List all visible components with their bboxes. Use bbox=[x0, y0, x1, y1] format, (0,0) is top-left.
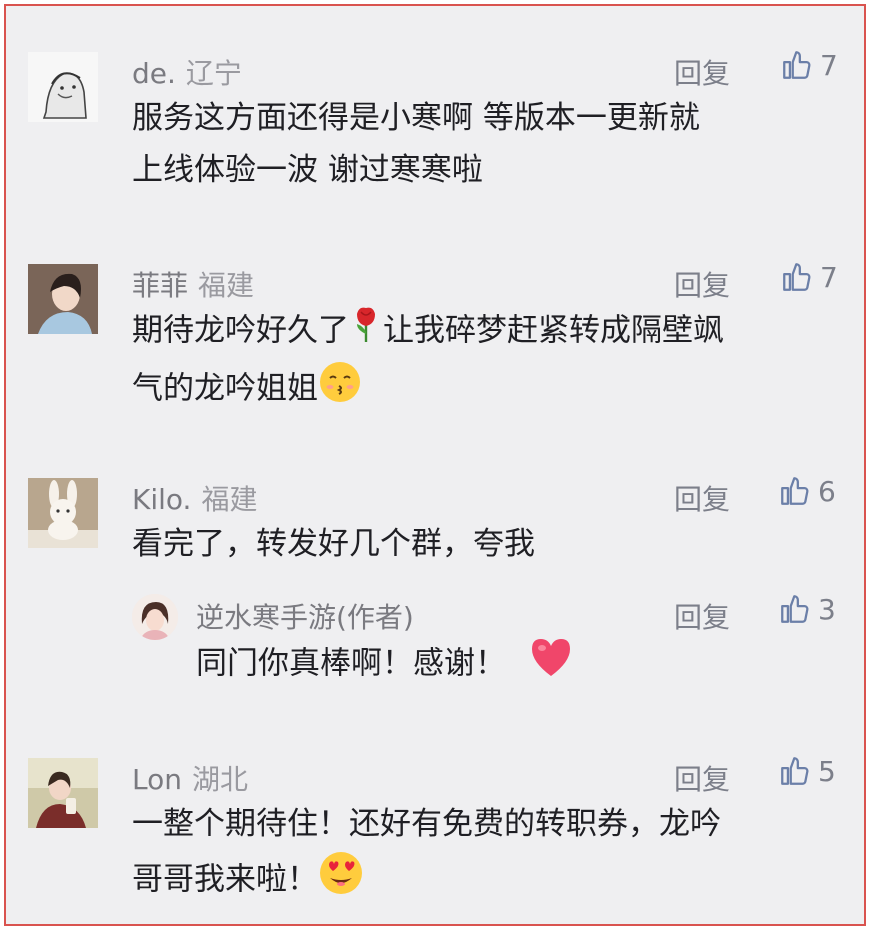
avatar[interactable] bbox=[132, 594, 178, 640]
thumb-up-icon bbox=[783, 263, 811, 291]
username[interactable]: de. bbox=[132, 57, 176, 90]
comment-meta: de. 辽宁 bbox=[132, 52, 242, 92]
thumb-up-icon bbox=[781, 757, 809, 785]
comment-meta: Kilo. 福建 bbox=[132, 478, 257, 518]
avatar[interactable] bbox=[28, 758, 98, 828]
region: 福建 bbox=[198, 269, 255, 302]
like-button[interactable]: 3 bbox=[778, 592, 836, 626]
like-count: 6 bbox=[818, 474, 836, 508]
comment-text: 服务这方面还得是小寒啊 等版本一更新就 上线体验一波 谢过寒寒啦 bbox=[132, 100, 700, 188]
comment-text: 一整个期待住！还好有免费的转职券，龙吟 哥哥我来啦！ bbox=[132, 798, 721, 912]
like-button[interactable]: 7 bbox=[780, 260, 838, 294]
avatar[interactable] bbox=[28, 264, 98, 334]
region: 福建 bbox=[201, 483, 258, 516]
like-button[interactable]: 5 bbox=[778, 754, 836, 788]
comment-meta: 菲菲 福建 bbox=[132, 264, 254, 304]
reply-button[interactable]: 回复 bbox=[674, 478, 730, 518]
heart-eyes-face-icon bbox=[318, 850, 364, 912]
comment-text: 看完了，转发好几个群，夸我 bbox=[132, 526, 535, 562]
avatar[interactable] bbox=[28, 52, 98, 122]
like-button[interactable]: 6 bbox=[778, 474, 836, 508]
like-count: 7 bbox=[820, 48, 838, 82]
comment-meta: 逆水寒手游(作者) bbox=[196, 596, 414, 636]
like-count: 3 bbox=[818, 592, 836, 626]
region: 辽宁 bbox=[185, 57, 242, 90]
like-count: 5 bbox=[818, 754, 836, 788]
kissing-face-icon bbox=[318, 360, 362, 420]
thumb-up-icon bbox=[781, 595, 809, 623]
username[interactable]: Kilo. bbox=[132, 483, 191, 516]
like-count: 7 bbox=[820, 260, 838, 294]
rose-icon bbox=[349, 304, 383, 360]
comment-text: 期待龙吟好久了 让我碎梦赶紧转成隔壁飒 气的龙吟姐姐 bbox=[132, 304, 724, 420]
username[interactable]: Lon bbox=[132, 763, 182, 796]
heart-icon bbox=[528, 636, 574, 694]
thumb-up-icon bbox=[783, 51, 811, 79]
region: 湖北 bbox=[191, 763, 248, 796]
reply-button[interactable]: 回复 bbox=[674, 596, 730, 636]
username[interactable]: 逆水寒手游(作者) bbox=[196, 601, 414, 634]
reply-button[interactable]: 回复 bbox=[674, 264, 730, 304]
reply-button[interactable]: 回复 bbox=[674, 52, 730, 92]
comment-meta: Lon 湖北 bbox=[132, 758, 248, 798]
comment-list: de. 辽宁 回复 7 服务这方面还得是小寒啊 等版本一更新就 上线体验一波 谢过… bbox=[4, 4, 866, 926]
like-button[interactable]: 7 bbox=[780, 48, 838, 82]
username[interactable]: 菲菲 bbox=[132, 269, 188, 302]
comment-text: 同门你真棒啊！感谢！ bbox=[196, 636, 574, 694]
reply-button[interactable]: 回复 bbox=[674, 758, 730, 798]
thumb-up-icon bbox=[781, 477, 809, 505]
avatar[interactable] bbox=[28, 478, 98, 548]
